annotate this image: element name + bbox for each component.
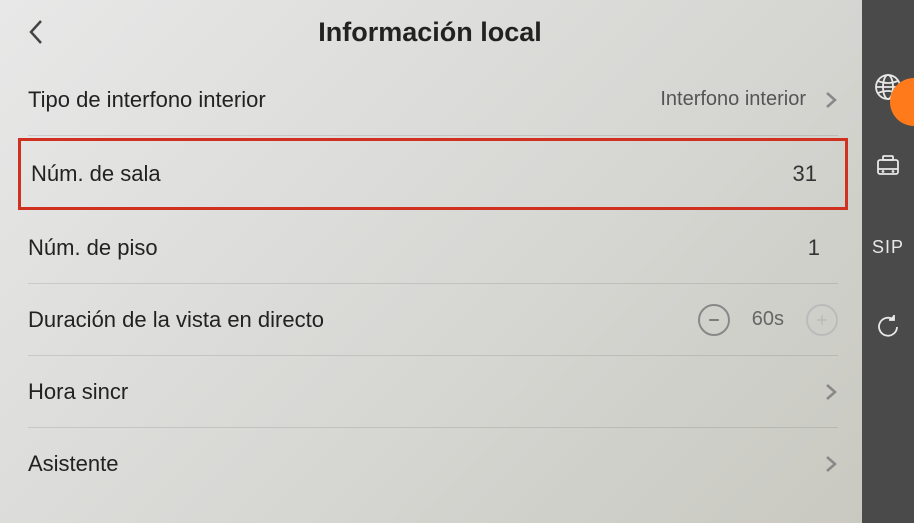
decrement-button[interactable]: [698, 304, 730, 336]
row-label: Núm. de piso: [28, 235, 808, 261]
chevron-right-icon: [824, 454, 838, 474]
row-time-sync[interactable]: Hora sincr: [28, 356, 838, 428]
row-value: Interfono interior: [660, 88, 806, 111]
row-label: Hora sincr: [28, 379, 824, 405]
row-value: 1: [808, 235, 820, 261]
row-label: Tipo de interfono interior: [28, 87, 660, 113]
row-label: Duración de la vista en directo: [28, 307, 698, 333]
row-label: Asistente: [28, 451, 824, 477]
header: Información local: [6, 0, 854, 64]
minus-icon: [706, 312, 722, 328]
settings-list: Tipo de interfono interior Interfono int…: [6, 64, 854, 500]
row-value: 31: [793, 161, 817, 187]
sip-button[interactable]: SIP: [871, 230, 905, 264]
row-label: Núm. de sala: [31, 161, 793, 187]
row-assistant[interactable]: Asistente: [28, 428, 838, 500]
sip-label: SIP: [872, 237, 904, 258]
row-intercom-type[interactable]: Tipo de interfono interior Interfono int…: [28, 64, 838, 136]
increment-button[interactable]: [806, 304, 838, 336]
device-icon[interactable]: [871, 150, 905, 184]
duration-value: 60s: [752, 308, 784, 331]
plus-icon: [814, 312, 830, 328]
refresh-icon[interactable]: [871, 310, 905, 344]
row-room-number[interactable]: Núm. de sala 31: [18, 138, 848, 210]
row-floor-number[interactable]: Núm. de piso 1: [28, 212, 838, 284]
row-live-view-duration: Duración de la vista en directo 60s: [28, 284, 838, 356]
duration-stepper: 60s: [698, 304, 838, 336]
page-title: Información local: [22, 17, 838, 48]
chevron-right-icon: [824, 90, 838, 110]
chevron-right-icon: [824, 382, 838, 402]
